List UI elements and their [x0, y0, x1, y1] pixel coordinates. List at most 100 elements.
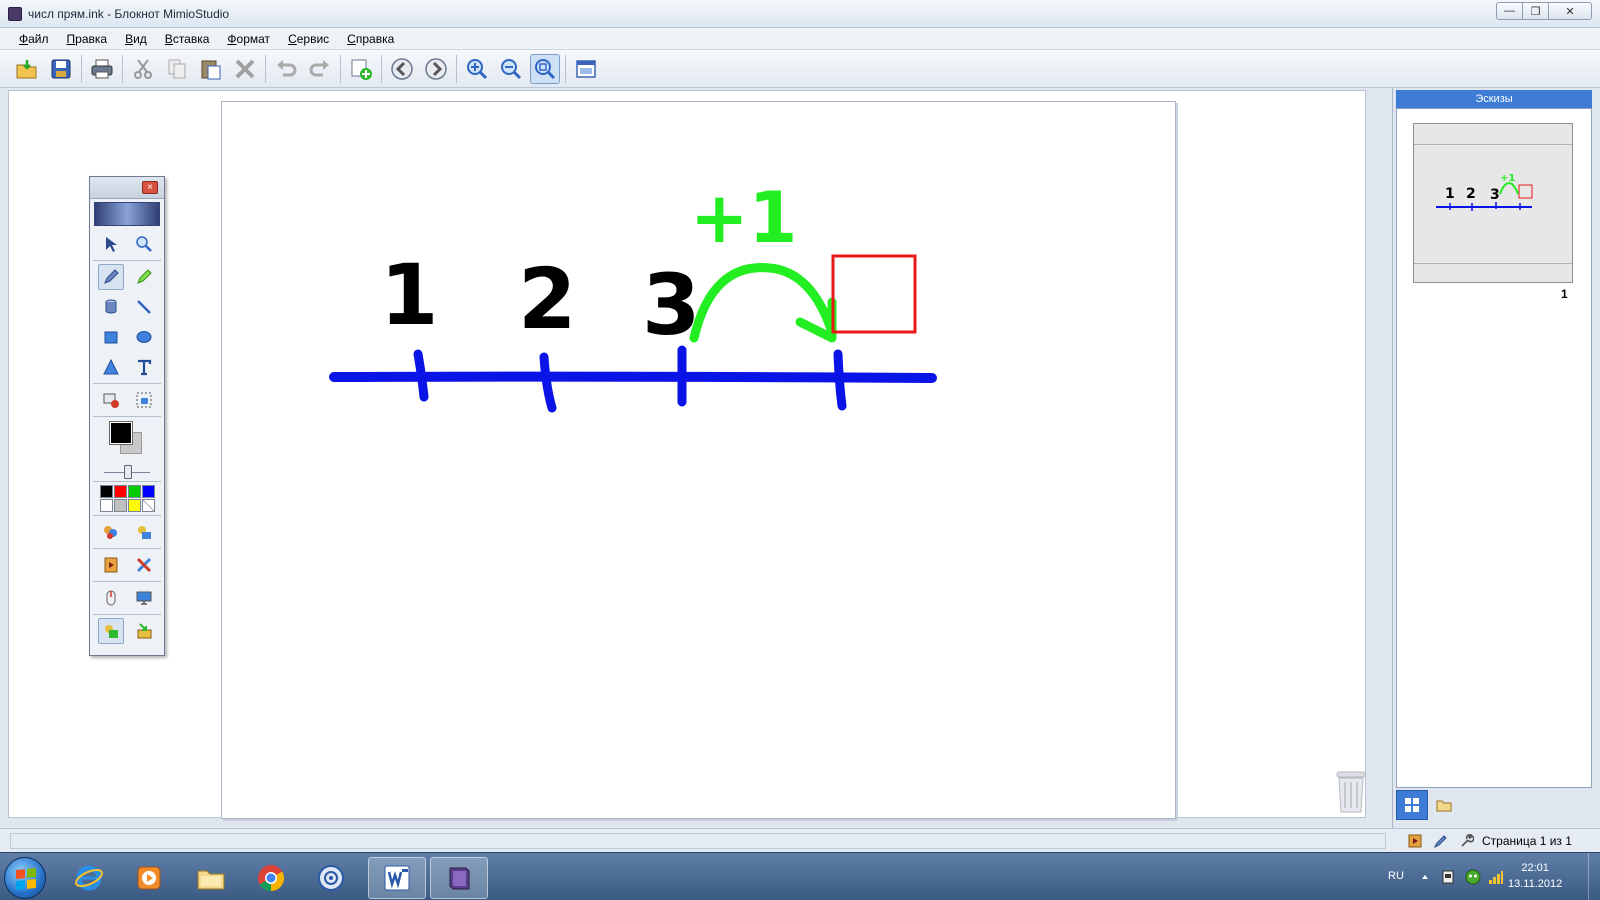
zoom-tool-icon	[135, 236, 152, 252]
taskbar-chrome[interactable]	[242, 857, 300, 899]
menu-edit[interactable]: Правка	[58, 32, 117, 46]
color-swatch-black[interactable]	[100, 485, 113, 498]
previous-page-button[interactable]	[387, 54, 417, 84]
open-button[interactable]	[12, 54, 42, 84]
fit-page-button[interactable]	[530, 53, 560, 84]
color-swatch-blue[interactable]	[142, 485, 155, 498]
taskbar-media-player[interactable]	[120, 857, 178, 899]
cut-button[interactable]	[128, 54, 158, 84]
notebook-page[interactable]: 1 2 3 +1	[221, 101, 1176, 819]
menu-help[interactable]: Справка	[338, 32, 403, 46]
menu-view[interactable]: Вид	[116, 32, 156, 46]
start-button[interactable]	[4, 857, 46, 899]
maximize-button[interactable]: ❐	[1522, 2, 1549, 20]
thumbnail-list[interactable]: 1 2 3 +1 1	[1396, 108, 1592, 788]
zoom-out-button[interactable]	[496, 54, 526, 84]
screen-capture-tool[interactable]	[98, 387, 124, 413]
color-swatch-none[interactable]	[142, 499, 155, 512]
zoom-tool[interactable]	[131, 231, 157, 257]
page-thumbnail[interactable]: 1 2 3 +1	[1413, 123, 1573, 283]
thickness-slider[interactable]	[90, 464, 164, 480]
taskbar-disc-burner[interactable]	[302, 857, 360, 899]
tool-palette[interactable]: ×	[89, 176, 165, 656]
insert-tool[interactable]	[131, 618, 157, 644]
ink-status-button[interactable]	[1430, 832, 1452, 850]
display-settings-icon	[576, 59, 596, 78]
color-selector[interactable]	[90, 418, 164, 464]
network-icon[interactable]	[1488, 869, 1504, 885]
trash-icon[interactable]	[1334, 768, 1368, 814]
palette-title-bar[interactable]: ×	[90, 177, 164, 199]
layer-tool[interactable]	[97, 618, 124, 644]
display-settings-button[interactable]	[571, 54, 601, 84]
previous-page-icon	[391, 57, 413, 80]
panel-title: Эскизы	[1396, 90, 1592, 108]
gallery-tool[interactable]	[98, 519, 124, 545]
mouse-mode-tool[interactable]	[98, 585, 124, 611]
text-tool[interactable]	[131, 354, 157, 380]
folders-tab[interactable]	[1428, 790, 1460, 820]
tools-tool[interactable]	[131, 552, 157, 578]
color-swatch-yellow[interactable]	[128, 499, 141, 512]
color-swatch-red[interactable]	[114, 485, 127, 498]
foreground-color[interactable]	[109, 421, 133, 445]
tick-mark[interactable]	[413, 349, 429, 402]
zoom-in-button[interactable]	[462, 54, 492, 84]
fill-tool[interactable]	[98, 294, 124, 320]
palette-close-button[interactable]: ×	[142, 181, 158, 194]
menu-insert[interactable]: Вставка	[156, 32, 219, 46]
device-icon[interactable]	[1440, 869, 1456, 885]
show-hidden-icons-icon[interactable]	[1420, 872, 1430, 882]
taskbar-mimio-notebook[interactable]	[430, 857, 488, 899]
record-tool[interactable]	[98, 552, 124, 578]
settings-status-button[interactable]	[1456, 832, 1478, 850]
number-label[interactable]: 2	[518, 250, 576, 348]
new-page-button[interactable]	[346, 54, 376, 84]
menu-tools[interactable]: Сервис	[279, 32, 338, 46]
minimize-button[interactable]: —	[1496, 2, 1523, 20]
menu-file[interactable]: Файл	[10, 32, 58, 46]
answer-box[interactable]	[831, 254, 917, 334]
select-tool[interactable]	[98, 231, 124, 257]
show-desktop-button[interactable]	[1588, 853, 1600, 900]
clock[interactable]: 22:01 13.11.2012	[1508, 860, 1562, 892]
ellipse-tool[interactable]	[131, 324, 157, 350]
highlighter-tool[interactable]	[131, 264, 157, 290]
taskbar-explorer[interactable]	[182, 857, 240, 899]
delete-button[interactable]	[230, 54, 260, 84]
paste-icon	[201, 60, 221, 79]
redo-button[interactable]	[305, 54, 335, 84]
desktop-mode-tool[interactable]	[131, 585, 157, 611]
slider-thumb[interactable]	[124, 465, 132, 479]
color-swatch-white[interactable]	[100, 499, 113, 512]
jump-label[interactable]: +1	[690, 177, 797, 259]
triangle-tool[interactable]	[98, 354, 124, 380]
undo-button[interactable]	[271, 54, 301, 84]
language-indicator[interactable]: RU	[1388, 870, 1404, 882]
thumbnails-tab[interactable]	[1396, 790, 1428, 820]
paste-button[interactable]	[196, 54, 226, 84]
close-button[interactable]: ✕	[1548, 2, 1592, 20]
taskbar-internet-explorer[interactable]	[60, 857, 118, 899]
line-tool[interactable]	[131, 294, 157, 320]
copy-button[interactable]	[162, 54, 192, 84]
menu-format[interactable]: Формат	[218, 32, 279, 46]
objects-tool[interactable]	[131, 519, 157, 545]
next-page-button[interactable]	[421, 54, 451, 84]
antivirus-icon[interactable]	[1464, 868, 1482, 886]
drawing-canvas[interactable]: 1 2 3 +1	[222, 102, 1177, 820]
taskbar-word[interactable]	[368, 857, 426, 899]
chrome-icon	[258, 865, 285, 892]
save-button[interactable]	[46, 54, 76, 84]
print-button[interactable]	[87, 54, 117, 84]
tick-mark[interactable]	[833, 349, 847, 411]
rectangle-tool[interactable]	[98, 324, 124, 350]
color-swatch-green[interactable]	[128, 485, 141, 498]
pen-tool[interactable]	[97, 264, 124, 290]
tick-mark[interactable]	[539, 352, 557, 413]
area-capture-tool[interactable]	[131, 387, 157, 413]
mouse-icon	[106, 590, 115, 606]
number-label[interactable]: 1	[380, 246, 438, 344]
record-status-button[interactable]	[1404, 832, 1426, 850]
color-swatch-gray[interactable]	[114, 499, 127, 512]
